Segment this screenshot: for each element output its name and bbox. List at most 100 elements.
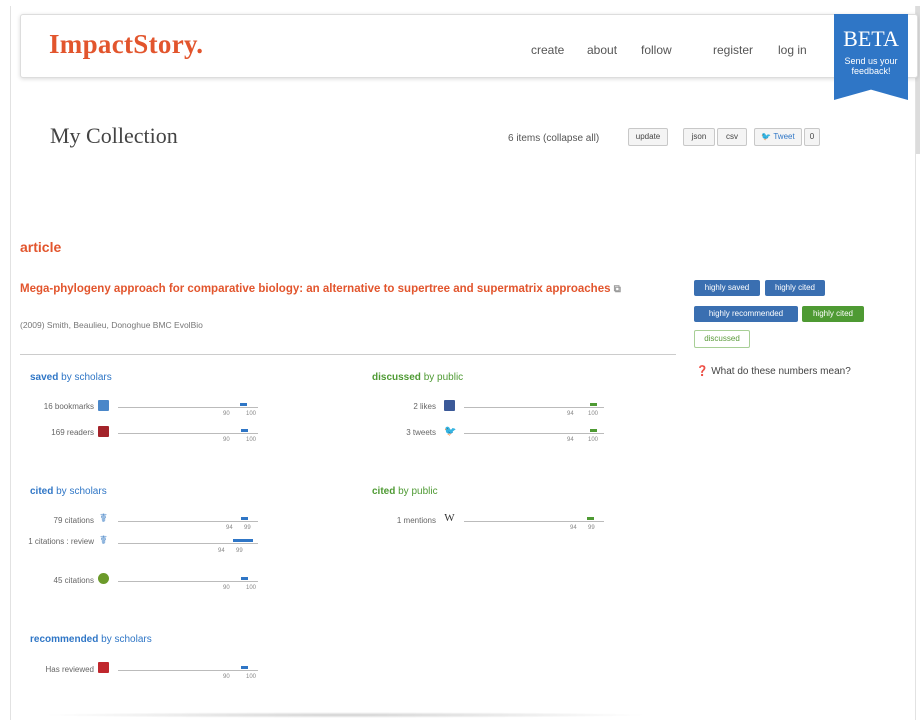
badge-highly-cited-scholars[interactable]: highly cited bbox=[765, 280, 825, 296]
percentile-range-high: 100 bbox=[246, 674, 257, 680]
percentile-track bbox=[118, 433, 258, 434]
percentile-range-low: 94 bbox=[218, 548, 225, 554]
tweet-button[interactable]: 🐦 Tweet bbox=[754, 128, 802, 146]
percentile-range-low: 90 bbox=[223, 437, 230, 443]
article-citation: (2009) Smith, Beaulieu, Donoghue BMC Evo… bbox=[20, 320, 203, 330]
article-title-text: Mega-phylogeny approach for comparative … bbox=[20, 283, 611, 295]
percentile-marker[interactable] bbox=[241, 429, 249, 432]
update-button[interactable]: update bbox=[628, 128, 668, 146]
top-navbar: ImpactStory. create about follow registe… bbox=[20, 14, 918, 78]
percentile-range-high: 99 bbox=[244, 525, 251, 531]
percentile-track bbox=[464, 521, 604, 522]
metric-title-rest: by public bbox=[398, 486, 438, 497]
tweet-count: 0 bbox=[804, 128, 820, 146]
scopus-icon[interactable]: ☤ bbox=[98, 512, 109, 524]
metric-group-discussed-by-public: discussed by public bbox=[372, 372, 463, 383]
article-title-link[interactable]: Mega-phylogeny approach for comparative … bbox=[20, 280, 630, 299]
twitter-bird-icon: 🐦 bbox=[761, 132, 772, 141]
citeulike-icon[interactable] bbox=[98, 400, 109, 411]
percentile-track bbox=[464, 407, 604, 408]
csv-button[interactable]: csv bbox=[717, 128, 747, 146]
percentile-range-low: 90 bbox=[223, 674, 230, 680]
page-frame bbox=[10, 6, 916, 720]
metric-title-bold: cited bbox=[30, 486, 54, 497]
metric-title-bold: recommended bbox=[30, 634, 99, 645]
percentile-track bbox=[118, 581, 258, 582]
percentile-marker[interactable] bbox=[241, 517, 249, 520]
percentile-marker[interactable] bbox=[240, 403, 247, 406]
metric-row-label: 45 citations bbox=[53, 576, 94, 585]
section-heading-article: article bbox=[20, 239, 62, 255]
nav-follow[interactable]: follow bbox=[641, 43, 672, 57]
metric-group-cited-by-public: cited by public bbox=[372, 486, 438, 497]
article-separator bbox=[20, 354, 676, 355]
percentile-marker[interactable] bbox=[587, 517, 595, 520]
f1000-icon[interactable] bbox=[98, 662, 109, 673]
scopus-icon[interactable]: ☤ bbox=[98, 534, 109, 546]
twitter-icon[interactable]: 🐦 bbox=[444, 426, 456, 437]
nav-login[interactable]: log in bbox=[778, 43, 807, 57]
mendeley-icon[interactable] bbox=[98, 426, 109, 437]
nav-register[interactable]: register bbox=[713, 43, 753, 57]
metric-title-bold: saved bbox=[30, 372, 59, 383]
percentile-range-low: 90 bbox=[223, 411, 230, 417]
percentile-range-high: 100 bbox=[246, 411, 257, 417]
badge-highly-saved[interactable]: highly saved bbox=[694, 280, 760, 296]
metric-title-rest: by scholars bbox=[61, 372, 112, 383]
nav-about[interactable]: about bbox=[587, 43, 617, 57]
metric-row-label: Has reviewed bbox=[45, 665, 94, 674]
percentile-range-low: 94 bbox=[226, 525, 233, 531]
facebook-icon[interactable] bbox=[444, 400, 455, 411]
percentile-track bbox=[118, 543, 258, 544]
json-button[interactable]: json bbox=[683, 128, 715, 146]
bottom-shadow bbox=[40, 712, 650, 718]
beta-label: BETA bbox=[843, 26, 899, 51]
metric-group-cited-by-scholars: cited by scholars bbox=[30, 486, 107, 497]
tweet-label: Tweet bbox=[773, 132, 795, 141]
badge-highly-cited-public[interactable]: highly cited bbox=[802, 306, 864, 322]
metric-title-rest: by public bbox=[423, 372, 464, 383]
percentile-range-low: 90 bbox=[223, 585, 230, 591]
percentile-range-high: 100 bbox=[588, 411, 599, 417]
item-count-collapse-all[interactable]: 6 items (collapse all) bbox=[508, 133, 599, 144]
badge-highly-recommended[interactable]: highly recommended bbox=[694, 306, 798, 322]
metric-row-label: 3 tweets bbox=[406, 428, 436, 437]
percentile-marker[interactable] bbox=[233, 539, 253, 542]
metric-title-bold: discussed bbox=[372, 372, 421, 383]
metric-group-recommended-by-scholars: recommended by scholars bbox=[30, 634, 152, 645]
metric-title-rest: by scholars bbox=[101, 634, 152, 645]
metric-row-label: 79 citations bbox=[53, 516, 94, 525]
beta-feedback-text: Send us your feedback! bbox=[844, 56, 898, 76]
percentile-range-high: 100 bbox=[246, 585, 257, 591]
help-numbers-link[interactable]: ❓ What do these numbers mean? bbox=[696, 366, 851, 377]
question-circle-icon: ❓ bbox=[696, 366, 709, 377]
percentile-range-low: 94 bbox=[567, 437, 574, 443]
percentile-range-low: 94 bbox=[567, 411, 574, 417]
metric-row-label: 1 mentions bbox=[396, 516, 436, 525]
metric-row-label: 16 bookmarks bbox=[43, 402, 94, 411]
percentile-marker[interactable] bbox=[241, 577, 249, 580]
pubmed-icon[interactable] bbox=[98, 573, 109, 584]
beta-feedback-ribbon[interactable]: BETA Send us your feedback! bbox=[834, 14, 908, 100]
percentile-range-high: 99 bbox=[588, 525, 595, 531]
metric-row-label: 169 readers bbox=[51, 428, 94, 437]
external-link-icon[interactable]: ⧉ bbox=[614, 284, 621, 295]
nav-create[interactable]: create bbox=[531, 43, 564, 57]
percentile-track bbox=[464, 433, 604, 434]
percentile-marker[interactable] bbox=[590, 429, 598, 432]
wikipedia-icon[interactable]: W bbox=[444, 513, 455, 524]
metric-row-label: 1 citations : review bbox=[28, 537, 94, 546]
page-title: My Collection bbox=[50, 123, 178, 148]
percentile-range-high: 99 bbox=[236, 548, 243, 554]
percentile-range-high: 100 bbox=[246, 437, 257, 443]
percentile-range-low: 94 bbox=[570, 525, 577, 531]
metric-title-rest: by scholars bbox=[56, 486, 107, 497]
help-numbers-text: What do these numbers mean? bbox=[711, 366, 851, 377]
logo[interactable]: ImpactStory. bbox=[49, 29, 203, 60]
percentile-track bbox=[118, 407, 258, 408]
percentile-marker[interactable] bbox=[590, 403, 598, 406]
metric-group-saved-by-scholars: saved by scholars bbox=[30, 372, 112, 383]
percentile-marker[interactable] bbox=[241, 666, 249, 669]
metric-title-bold: cited bbox=[372, 486, 396, 497]
badge-discussed[interactable]: discussed bbox=[694, 330, 750, 348]
